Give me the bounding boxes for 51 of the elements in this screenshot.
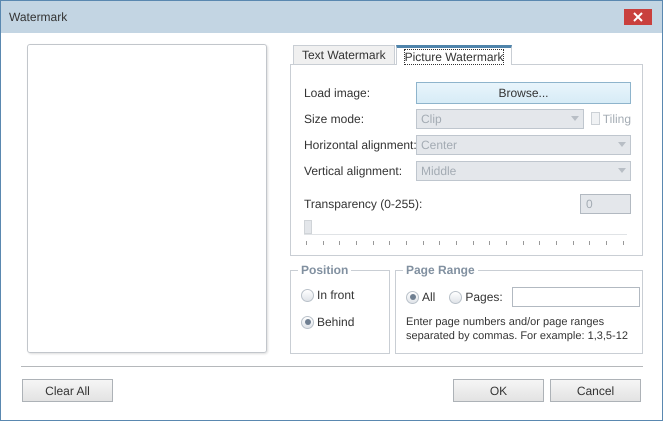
tick-mark: [306, 240, 307, 245]
tick-mark: [389, 240, 390, 245]
group-title: Page Range: [403, 263, 478, 277]
checkbox-label: Tiling: [602, 112, 631, 126]
tick-mark: [456, 240, 458, 245]
tick-mark: [606, 240, 608, 245]
field-label: Size mode:: [304, 112, 366, 126]
radio-label: All: [422, 290, 436, 304]
slider-track[interactable]: [304, 220, 627, 235]
radio-label: Pages:: [465, 290, 503, 304]
tick-mark: [356, 240, 358, 245]
tick-mark: [489, 240, 490, 245]
field-label: Vertical alignment:: [304, 164, 404, 178]
tick-mark: [472, 240, 474, 245]
hint-text: Enter page numbers and/or page ranges separated by commas. For example: 1,3,5-12: [406, 315, 629, 343]
field-label: Transparency (0-255):: [304, 196, 422, 211]
dropdown-arrow-icon: [571, 116, 579, 122]
radio-button[interactable]: [449, 290, 462, 304]
radio-button[interactable]: [301, 316, 314, 328]
tick-mark: [406, 240, 408, 245]
radio-button[interactable]: [406, 290, 419, 304]
tick-mark: [539, 240, 540, 245]
field-label: Horizontal alignment:: [304, 138, 416, 152]
tick-mark: [572, 240, 574, 245]
tick-mark: [439, 240, 440, 245]
pages-field[interactable]: [512, 287, 640, 307]
window-title: Watermark: [9, 10, 68, 24]
tick-mark: [372, 240, 374, 245]
radio-button[interactable]: [301, 288, 314, 302]
dialog-button[interactable]: OK: [453, 379, 544, 402]
tick-mark: [522, 240, 524, 245]
tick-mark: [339, 240, 340, 245]
tick-mark: [622, 240, 624, 245]
tick-mark: [422, 240, 424, 245]
radio-label: In front: [317, 288, 354, 302]
field-label: Load image:: [304, 86, 372, 100]
tab[interactable]: Text Watermark: [293, 44, 395, 64]
tick-mark: [506, 240, 508, 245]
close-button[interactable]: [624, 9, 652, 25]
radio-label: Behind: [317, 315, 354, 329]
tab[interactable]: Picture Watermark: [396, 44, 512, 65]
tick-mark: [589, 240, 590, 245]
tick-mark: [322, 240, 324, 245]
tick-mark: [556, 240, 558, 245]
dialog-button[interactable]: Cancel: [550, 379, 641, 402]
browse-button[interactable]: Browse...: [416, 82, 631, 104]
dropdown-arrow-icon: [618, 168, 626, 174]
dropdown-arrow-icon: [618, 142, 626, 148]
group-title: Position: [298, 263, 352, 277]
close-icon: [633, 12, 643, 22]
dialog-button[interactable]: Clear All: [22, 379, 113, 402]
